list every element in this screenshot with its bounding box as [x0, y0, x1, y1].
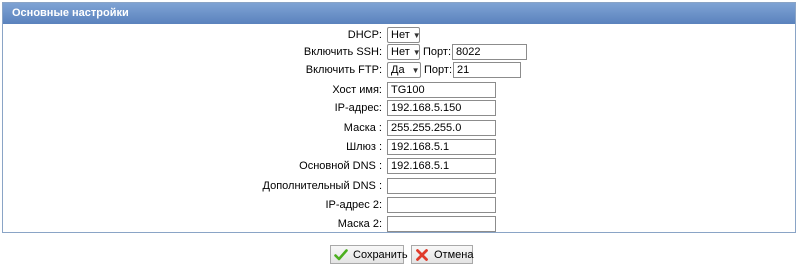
ssh-port-input[interactable]: [452, 44, 527, 60]
cancel-button[interactable]: Отмена: [411, 245, 473, 264]
checkmark-icon: [334, 248, 348, 262]
ftp-port-label: Порт:: [424, 64, 452, 76]
ftp-select[interactable]: Да ▼: [387, 62, 421, 78]
ip-input[interactable]: [387, 100, 496, 116]
cross-icon: [415, 248, 429, 262]
hostname-row: Хост имя:: [3, 82, 795, 98]
mask2-row: Маска 2:: [3, 216, 795, 232]
mask-label: Маска :: [343, 122, 382, 134]
gateway-row: Шлюз :: [3, 139, 795, 155]
ssh-select-value: Нет: [391, 46, 410, 58]
mask2-input[interactable]: [387, 216, 496, 232]
dns-secondary-row: Дополнительный DNS :: [3, 178, 795, 194]
dns-secondary-label: Дополнительный DNS :: [262, 180, 383, 192]
chevron-down-icon: ▼: [412, 47, 421, 57]
ftp-label: Включить FTP:: [305, 64, 382, 76]
ssh-select[interactable]: Нет ▼: [387, 44, 421, 60]
ftp-select-value: Да: [391, 64, 405, 76]
ip2-label: IP-адрес 2:: [325, 199, 382, 211]
ssh-row: Включить SSH: Нет ▼ Порт:: [3, 44, 795, 60]
cancel-button-label: Отмена: [434, 248, 474, 261]
ip-label: IP-адрес:: [334, 102, 382, 114]
hostname-input[interactable]: [387, 82, 496, 98]
ssh-label: Включить SSH:: [303, 46, 382, 58]
gateway-label: Шлюз :: [346, 141, 382, 153]
ssh-port-label: Порт:: [423, 46, 451, 58]
dns-primary-label: Основной DNS :: [299, 160, 382, 172]
chevron-down-icon: ▼: [412, 30, 421, 40]
ip2-row: IP-адрес 2:: [3, 197, 795, 213]
panel-title: Основные настройки: [3, 3, 795, 24]
chevron-down-icon: ▼: [411, 65, 420, 75]
dns-primary-input[interactable]: [387, 158, 496, 174]
dhcp-row: DHCP: Нет ▼: [3, 27, 795, 43]
dhcp-label: DHCP:: [347, 29, 382, 41]
mask-input[interactable]: [387, 120, 496, 136]
basic-settings-panel: Основные настройки DHCP: Нет ▼ Включить S…: [2, 2, 796, 233]
dhcp-select-value: Нет: [391, 29, 410, 41]
ftp-port-input[interactable]: [453, 62, 521, 78]
ftp-row: Включить FTP: Да ▼ Порт:: [3, 62, 795, 78]
save-button[interactable]: Сохранить: [330, 245, 408, 264]
dhcp-select[interactable]: Нет ▼: [387, 27, 421, 43]
ip-row: IP-адрес:: [3, 100, 795, 116]
ip2-input[interactable]: [387, 197, 496, 213]
mask2-label: Маска 2:: [337, 218, 382, 230]
hostname-label: Хост имя:: [332, 84, 382, 96]
dns-secondary-input[interactable]: [387, 178, 496, 194]
save-button-label: Сохранить: [353, 248, 408, 261]
gateway-input[interactable]: [387, 139, 496, 155]
dns-primary-row: Основной DNS :: [3, 158, 795, 174]
mask-row: Маска :: [3, 120, 795, 136]
